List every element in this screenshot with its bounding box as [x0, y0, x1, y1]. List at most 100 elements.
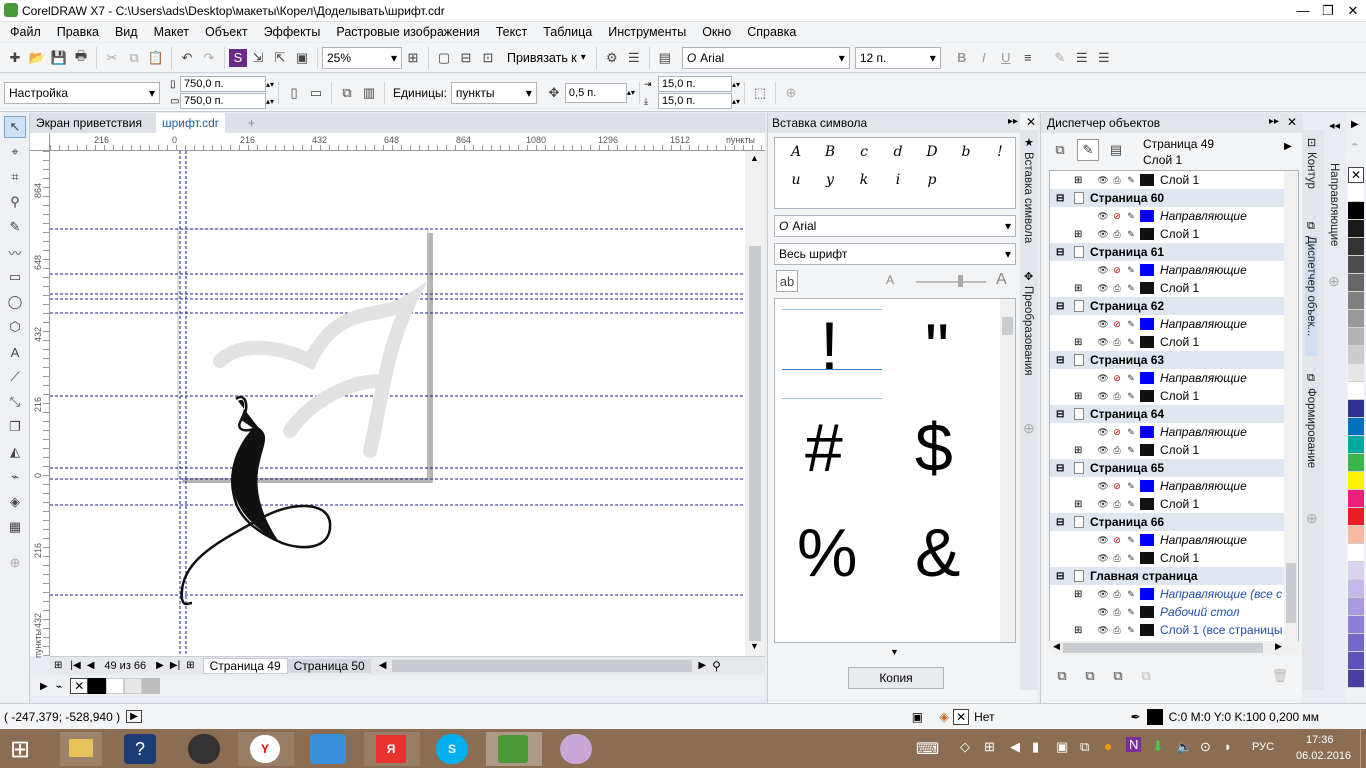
tree-page-row[interactable]: ⊟ Страница 61 — [1050, 243, 1298, 261]
print-icon[interactable]: ⎙ — [1110, 589, 1124, 600]
layer-color-swatch[interactable] — [1140, 444, 1154, 456]
add-page-after-icon[interactable]: ⊞ — [186, 660, 194, 671]
scroll-down-icon[interactable]: ▼ — [750, 641, 759, 651]
zoom-in-glyph-icon[interactable]: A — [996, 271, 1007, 289]
layer-color-swatch[interactable] — [1140, 534, 1154, 546]
ellipse-tool-icon[interactable]: ◯ — [4, 291, 26, 313]
eye-icon[interactable]: 👁 — [1096, 337, 1110, 348]
skype-icon[interactable]: S — [436, 734, 468, 764]
collapse-icon[interactable]: ⊟ — [1056, 355, 1068, 366]
layer-color-swatch[interactable] — [1140, 210, 1154, 222]
lock-icon[interactable]: ✎ — [1124, 319, 1138, 330]
last-page-icon[interactable]: ▶| — [170, 660, 180, 671]
tree-page-row[interactable]: ⊟ Страница 63 — [1050, 351, 1298, 369]
audio-app-icon[interactable] — [310, 734, 346, 764]
speaker-icon[interactable]: ◀ — [1010, 739, 1020, 755]
eye-icon[interactable]: 👁 — [1096, 211, 1110, 222]
lock-icon[interactable]: ✎ — [1124, 535, 1138, 546]
docker-expand-icon[interactable]: ▸▸ — [1269, 116, 1279, 127]
delete-icon[interactable]: 🗑 — [1269, 665, 1291, 687]
eye-icon[interactable]: 👁 — [1096, 553, 1110, 564]
color-swatch[interactable] — [1348, 238, 1364, 256]
clock-time[interactable]: 17:36 — [1306, 734, 1334, 746]
lock-icon[interactable]: ✎ — [1124, 229, 1138, 240]
print-icon[interactable]: ⎙ — [1110, 445, 1124, 456]
recent-glyph[interactable]: ! — [983, 144, 1017, 160]
menu-effects[interactable]: Эффекты — [256, 22, 329, 42]
options-icon[interactable]: ⚙ — [601, 47, 623, 69]
save-icon[interactable]: 💾 — [48, 47, 70, 69]
drop-shadow-icon[interactable]: ❐ — [4, 416, 26, 438]
collapse-icon[interactable]: ⊟ — [1056, 463, 1068, 474]
italic-icon[interactable]: I — [973, 47, 995, 69]
crop-tool-icon[interactable]: ⌗ — [4, 166, 26, 188]
no-print-icon[interactable]: ⊘ — [1110, 535, 1124, 546]
lock-icon[interactable]: ✎ — [1124, 175, 1138, 186]
docker-close-icon[interactable]: ✕ — [1026, 115, 1036, 129]
tree-scrollbar[interactable] — [1284, 171, 1298, 641]
lock-icon[interactable]: ✎ — [1124, 265, 1138, 276]
yandex-browser-icon[interactable]: Y — [238, 732, 294, 766]
tree-layer-row[interactable]: 👁 ⊘ ✎ Направляющие — [1050, 261, 1298, 279]
onenote-icon[interactable]: N — [1126, 737, 1142, 752]
tree-layer-row[interactable]: ⊞ 👁 ⎙ ✎ Слой 1 — [1050, 495, 1298, 513]
glyph-size-slider[interactable] — [916, 281, 986, 283]
color-swatch[interactable] — [1348, 202, 1364, 220]
layer-manager-view-icon[interactable]: ▤ — [1105, 139, 1127, 161]
vertical-scrollbar[interactable]: ▲ ▼ — [745, 151, 765, 656]
layer-color-swatch[interactable] — [1140, 228, 1154, 240]
new-layer-icon[interactable]: ⧉ — [1051, 665, 1073, 687]
print-icon[interactable]: ⎙ — [1110, 337, 1124, 348]
lock-icon[interactable]: ✎ — [1124, 499, 1138, 510]
menu-bitmaps[interactable]: Растровые изображения — [328, 22, 487, 42]
rectangle-tool-icon[interactable]: ▭ — [4, 266, 26, 288]
menu-view[interactable]: Вид — [107, 22, 146, 42]
smart-fill-icon[interactable]: ▦ — [4, 516, 26, 538]
print-icon[interactable]: ⎙ — [1110, 229, 1124, 240]
tree-layer-row[interactable]: ⊞ 👁 ⎙ ✎ Слой 1 — [1050, 387, 1298, 405]
collapse-icon[interactable]: ⊟ — [1056, 517, 1068, 528]
download-icon[interactable]: ⬇ — [1152, 738, 1164, 755]
scroll-thumb[interactable] — [1286, 563, 1296, 623]
polygon-tool-icon[interactable]: ⬡ — [4, 316, 26, 338]
tray-app-icon[interactable]: ⧉ — [1080, 739, 1089, 755]
scroll-thumb[interactable] — [1063, 643, 1263, 653]
restore-button[interactable]: ❐ — [1315, 2, 1341, 20]
add-docker-icon[interactable]: ⊕ — [1306, 510, 1318, 527]
layer-color-swatch[interactable] — [1140, 624, 1154, 636]
tree-page-row[interactable]: ⊟ Страница 62 — [1050, 297, 1298, 315]
no-print-icon[interactable]: ⊘ — [1110, 481, 1124, 492]
layer-color-swatch[interactable] — [1140, 336, 1154, 348]
zoom-fit-icon[interactable]: ⊞ — [402, 47, 424, 69]
search-content-icon[interactable]: S — [229, 48, 247, 67]
tree-layer-row[interactable]: 👁 ⊘ ✎ Направляющие — [1050, 477, 1298, 495]
tree-layer-row[interactable]: ⊞ 👁 ⎙ ✎ Слой 1 — [1050, 441, 1298, 459]
color-swatch[interactable] — [1348, 670, 1364, 688]
glyph-cell[interactable]: " — [925, 309, 949, 387]
layer-color-swatch[interactable] — [1140, 426, 1154, 438]
palette-arrow-icon[interactable]: ▶ — [40, 681, 48, 692]
glyph-cell[interactable]: $ — [915, 409, 953, 487]
recent-glyph[interactable]: k — [847, 172, 881, 188]
no-print-icon[interactable]: ⊘ — [1110, 265, 1124, 276]
recent-glyph[interactable]: i — [881, 172, 915, 188]
zoom-out-glyph-icon[interactable]: A — [886, 273, 894, 287]
font-select[interactable]: O Arial ▾ — [681, 46, 850, 69]
expand-icon[interactable]: ⊞ — [1074, 589, 1086, 600]
coreldraw-taskbar-icon[interactable] — [486, 732, 542, 766]
windows-icon[interactable]: ⊞ — [984, 739, 995, 755]
start-button-icon[interactable]: ⊞ — [10, 735, 30, 764]
dropbox-icon[interactable]: ◇ — [960, 739, 970, 755]
landscape-icon[interactable]: ▭ — [305, 82, 327, 104]
more-icon[interactable]: ☰ — [1093, 47, 1115, 69]
color-swatch[interactable] — [1348, 454, 1364, 472]
drawing-canvas[interactable] — [50, 151, 745, 656]
color-swatch[interactable] — [1348, 310, 1364, 328]
expand-icon[interactable]: ⊞ — [1074, 175, 1086, 186]
menu-object[interactable]: Объект — [197, 22, 256, 42]
print-icon[interactable]: ⎙ — [1110, 607, 1124, 618]
fill-icon[interactable]: ◈ — [939, 709, 949, 725]
tab-guidelines[interactable]: Направляющие — [1328, 163, 1340, 253]
snap-to-button[interactable]: Привязать к — [507, 51, 577, 65]
tree-layer-row[interactable]: ⊞ 👁 ⎙ ✎ Слой 1 (все страницы — [1050, 621, 1298, 639]
